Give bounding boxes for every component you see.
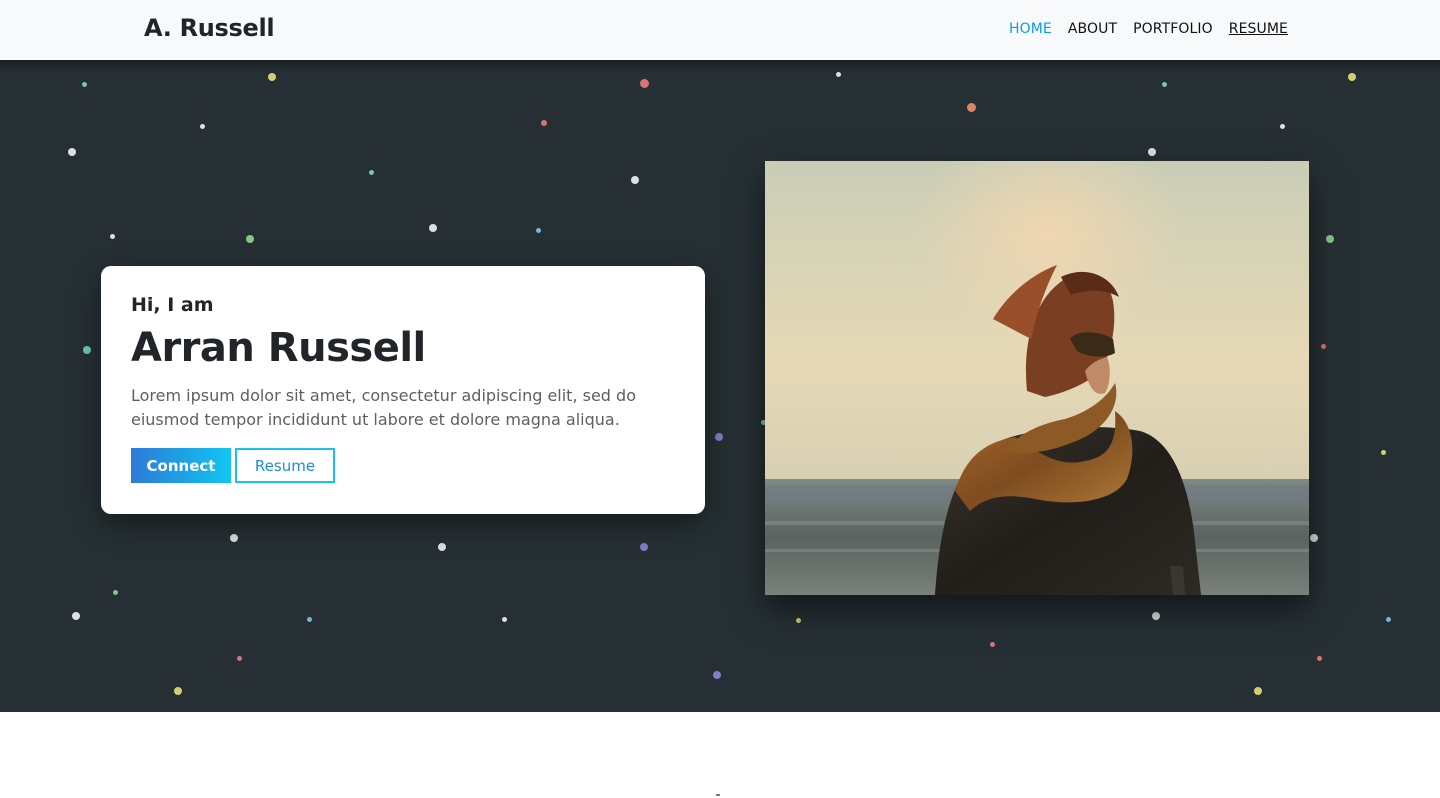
hero-section: Hi, I am Arran Russell Lorem ipsum dolor… — [0, 60, 1440, 712]
particle-dot — [1254, 687, 1262, 695]
hero-name: Arran Russell — [131, 325, 426, 371]
next-section — [0, 712, 1440, 798]
particle-dot — [1152, 612, 1160, 620]
particle-dot — [535, 227, 541, 233]
particle-dot — [1279, 123, 1285, 129]
particle-dot — [368, 169, 374, 175]
connect-button[interactable]: Connect — [131, 448, 231, 483]
greeting-text: Hi, I am — [131, 294, 214, 316]
nav-links: HOME ABOUT PORTFOLIO RESUME — [1009, 21, 1288, 37]
portrait-photo — [765, 161, 1309, 595]
nav-link-resume[interactable]: RESUME — [1229, 21, 1288, 37]
hero-buttons: Connect Resume — [131, 448, 335, 483]
particle-dot — [966, 102, 976, 112]
particle-dot — [715, 433, 723, 441]
particle-dot — [112, 589, 118, 595]
hero-bio: Lorem ipsum dolor sit amet, consectetur … — [131, 386, 636, 429]
navbar-drop-shadow — [0, 60, 1440, 74]
particle-dot — [109, 233, 115, 239]
nav-link-portfolio[interactable]: PORTFOLIO — [1133, 21, 1213, 37]
particle-dot — [501, 616, 507, 622]
portrait-illustration — [765, 161, 1309, 595]
section-heading-mark — [716, 794, 720, 796]
particle-dot — [1310, 534, 1318, 542]
particle-dot — [1148, 148, 1156, 156]
particle-dot — [989, 641, 995, 647]
particle-dot — [306, 616, 312, 622]
particle-dot — [81, 81, 87, 87]
particle-dot — [236, 655, 242, 661]
particle-dot — [631, 176, 639, 184]
particle-dot — [1348, 73, 1356, 81]
particle-dot — [541, 120, 547, 126]
particle-dot — [1320, 343, 1326, 349]
particle-dot — [72, 612, 80, 620]
navbar: A. Russell HOME ABOUT PORTFOLIO RESUME — [0, 0, 1440, 60]
particle-dot — [795, 617, 801, 623]
particle-dot — [835, 71, 841, 77]
intro-card: Hi, I am Arran Russell Lorem ipsum dolor… — [101, 266, 705, 514]
particle-dot — [246, 235, 254, 243]
nav-link-home[interactable]: HOME — [1009, 21, 1052, 37]
particle-dot — [199, 123, 205, 129]
particle-dot — [68, 148, 76, 156]
particle-dot — [230, 534, 238, 542]
particle-dot — [429, 224, 437, 232]
particle-dot — [1380, 449, 1386, 455]
particle-dot — [1316, 655, 1322, 661]
particle-dot — [438, 543, 446, 551]
brand-logo[interactable]: A. Russell — [144, 14, 275, 42]
particle-dot — [1161, 81, 1167, 87]
particle-dot — [1385, 616, 1391, 622]
particle-dot — [713, 671, 721, 679]
particle-dot — [268, 73, 276, 81]
particle-dot — [640, 543, 648, 551]
particle-dot — [174, 687, 182, 695]
nav-link-about[interactable]: ABOUT — [1068, 21, 1117, 37]
resume-button[interactable]: Resume — [235, 448, 335, 483]
particle-dot — [1326, 235, 1334, 243]
particle-dot — [83, 346, 91, 354]
particle-dot — [639, 78, 649, 88]
